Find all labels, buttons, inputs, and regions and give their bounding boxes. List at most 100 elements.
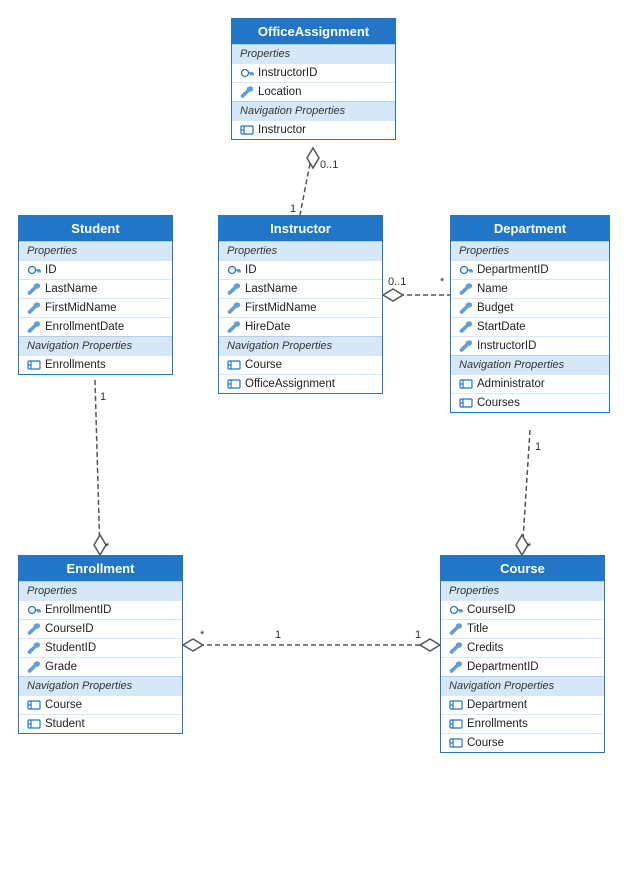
table-row: InstructorID	[232, 63, 395, 82]
section-label-department: Properties	[451, 241, 609, 260]
table-row: Enrollments	[441, 714, 604, 733]
table-row: EnrollmentDate	[19, 317, 172, 336]
section-label-enrollment: Properties	[19, 581, 182, 600]
row-text: Grade	[45, 661, 77, 673]
nav-icon	[449, 698, 463, 712]
table-row: Location	[232, 82, 395, 101]
table-row: StudentID	[19, 638, 182, 657]
svg-text:*: *	[527, 541, 532, 553]
entity-course: CourseProperties CourseID Title Credits …	[440, 555, 605, 753]
row-text: OfficeAssignment	[245, 378, 335, 390]
table-row: Title	[441, 619, 604, 638]
table-row: Budget	[451, 298, 609, 317]
wrench-icon	[449, 622, 463, 636]
table-row: InstructorID	[451, 336, 609, 355]
key-icon	[27, 263, 41, 277]
svg-text:1: 1	[290, 203, 296, 215]
section-label-student: Properties	[19, 241, 172, 260]
row-text: ID	[245, 264, 257, 276]
entity-title-course: Course	[441, 556, 604, 581]
nav-icon	[27, 358, 41, 372]
nav-icon	[27, 717, 41, 731]
wrench-icon	[459, 282, 473, 296]
wrench-icon	[27, 282, 41, 296]
nav-icon	[449, 736, 463, 750]
svg-text:0..1: 0..1	[320, 159, 338, 171]
row-text: DepartmentID	[477, 264, 549, 276]
row-text: Instructor	[258, 124, 306, 136]
wrench-icon	[227, 282, 241, 296]
section-label-course: Properties	[441, 581, 604, 600]
row-text: InstructorID	[477, 340, 536, 352]
diagram-container: 0..1 1 0..1 * 1 * 1 * * 1 1 OfficeAssign…	[0, 0, 636, 875]
table-row: OfficeAssignment	[219, 374, 382, 393]
wrench-icon	[227, 320, 241, 334]
table-row: DepartmentID	[451, 260, 609, 279]
table-row: Grade	[19, 657, 182, 676]
table-row: CourseID	[19, 619, 182, 638]
wrench-icon	[27, 660, 41, 674]
row-text: InstructorID	[258, 67, 317, 79]
row-text: CourseID	[467, 604, 516, 616]
table-row: CourseID	[441, 600, 604, 619]
nav-icon	[459, 377, 473, 391]
svg-text:1: 1	[100, 391, 106, 403]
row-text: FirstMidName	[45, 302, 117, 314]
table-row: Administrator	[451, 374, 609, 393]
section-label-instructor: Navigation Properties	[219, 336, 382, 355]
svg-text:1: 1	[275, 629, 281, 641]
nav-icon	[459, 396, 473, 410]
nav-icon	[240, 123, 254, 137]
table-row: ID	[19, 260, 172, 279]
wrench-icon	[27, 622, 41, 636]
table-row: Student	[19, 714, 182, 733]
table-row: LastName	[219, 279, 382, 298]
wrench-icon	[227, 301, 241, 315]
wrench-icon	[459, 320, 473, 334]
nav-icon	[227, 358, 241, 372]
row-text: CourseID	[45, 623, 94, 635]
row-text: LastName	[245, 283, 297, 295]
key-icon	[227, 263, 241, 277]
row-text: Department	[467, 699, 527, 711]
row-text: Credits	[467, 642, 503, 654]
row-text: Enrollments	[467, 718, 528, 730]
table-row: FirstMidName	[19, 298, 172, 317]
row-text: StartDate	[477, 321, 526, 333]
row-text: Name	[477, 283, 508, 295]
entity-title-officeAssignment: OfficeAssignment	[232, 19, 395, 44]
row-text: Location	[258, 86, 301, 98]
table-row: Name	[451, 279, 609, 298]
svg-text:*: *	[440, 276, 445, 288]
table-row: EnrollmentID	[19, 600, 182, 619]
table-row: FirstMidName	[219, 298, 382, 317]
section-label-course: Navigation Properties	[441, 676, 604, 695]
section-label-officeAssignment: Navigation Properties	[232, 101, 395, 120]
table-row: LastName	[19, 279, 172, 298]
nav-icon	[449, 717, 463, 731]
svg-text:1: 1	[415, 629, 421, 641]
entity-title-instructor: Instructor	[219, 216, 382, 241]
row-text: Courses	[477, 397, 520, 409]
row-text: StudentID	[45, 642, 96, 654]
row-text: DepartmentID	[467, 661, 539, 673]
row-text: HireDate	[245, 321, 290, 333]
row-text: Course	[467, 737, 504, 749]
row-text: LastName	[45, 283, 97, 295]
entity-department: DepartmentProperties DepartmentID Name B…	[450, 215, 610, 413]
wrench-icon	[27, 320, 41, 334]
nav-icon	[227, 377, 241, 391]
row-text: Course	[45, 699, 82, 711]
table-row: ID	[219, 260, 382, 279]
row-text: Enrollments	[45, 359, 106, 371]
row-text: Budget	[477, 302, 513, 314]
svg-text:*: *	[200, 629, 205, 641]
entity-instructor: InstructorProperties ID LastName FirstMi…	[218, 215, 383, 394]
key-icon	[27, 603, 41, 617]
wrench-icon	[459, 339, 473, 353]
svg-text:*: *	[105, 541, 110, 553]
svg-text:1: 1	[535, 441, 541, 453]
table-row: Course	[441, 733, 604, 752]
row-text: FirstMidName	[245, 302, 317, 314]
key-icon	[240, 66, 254, 80]
